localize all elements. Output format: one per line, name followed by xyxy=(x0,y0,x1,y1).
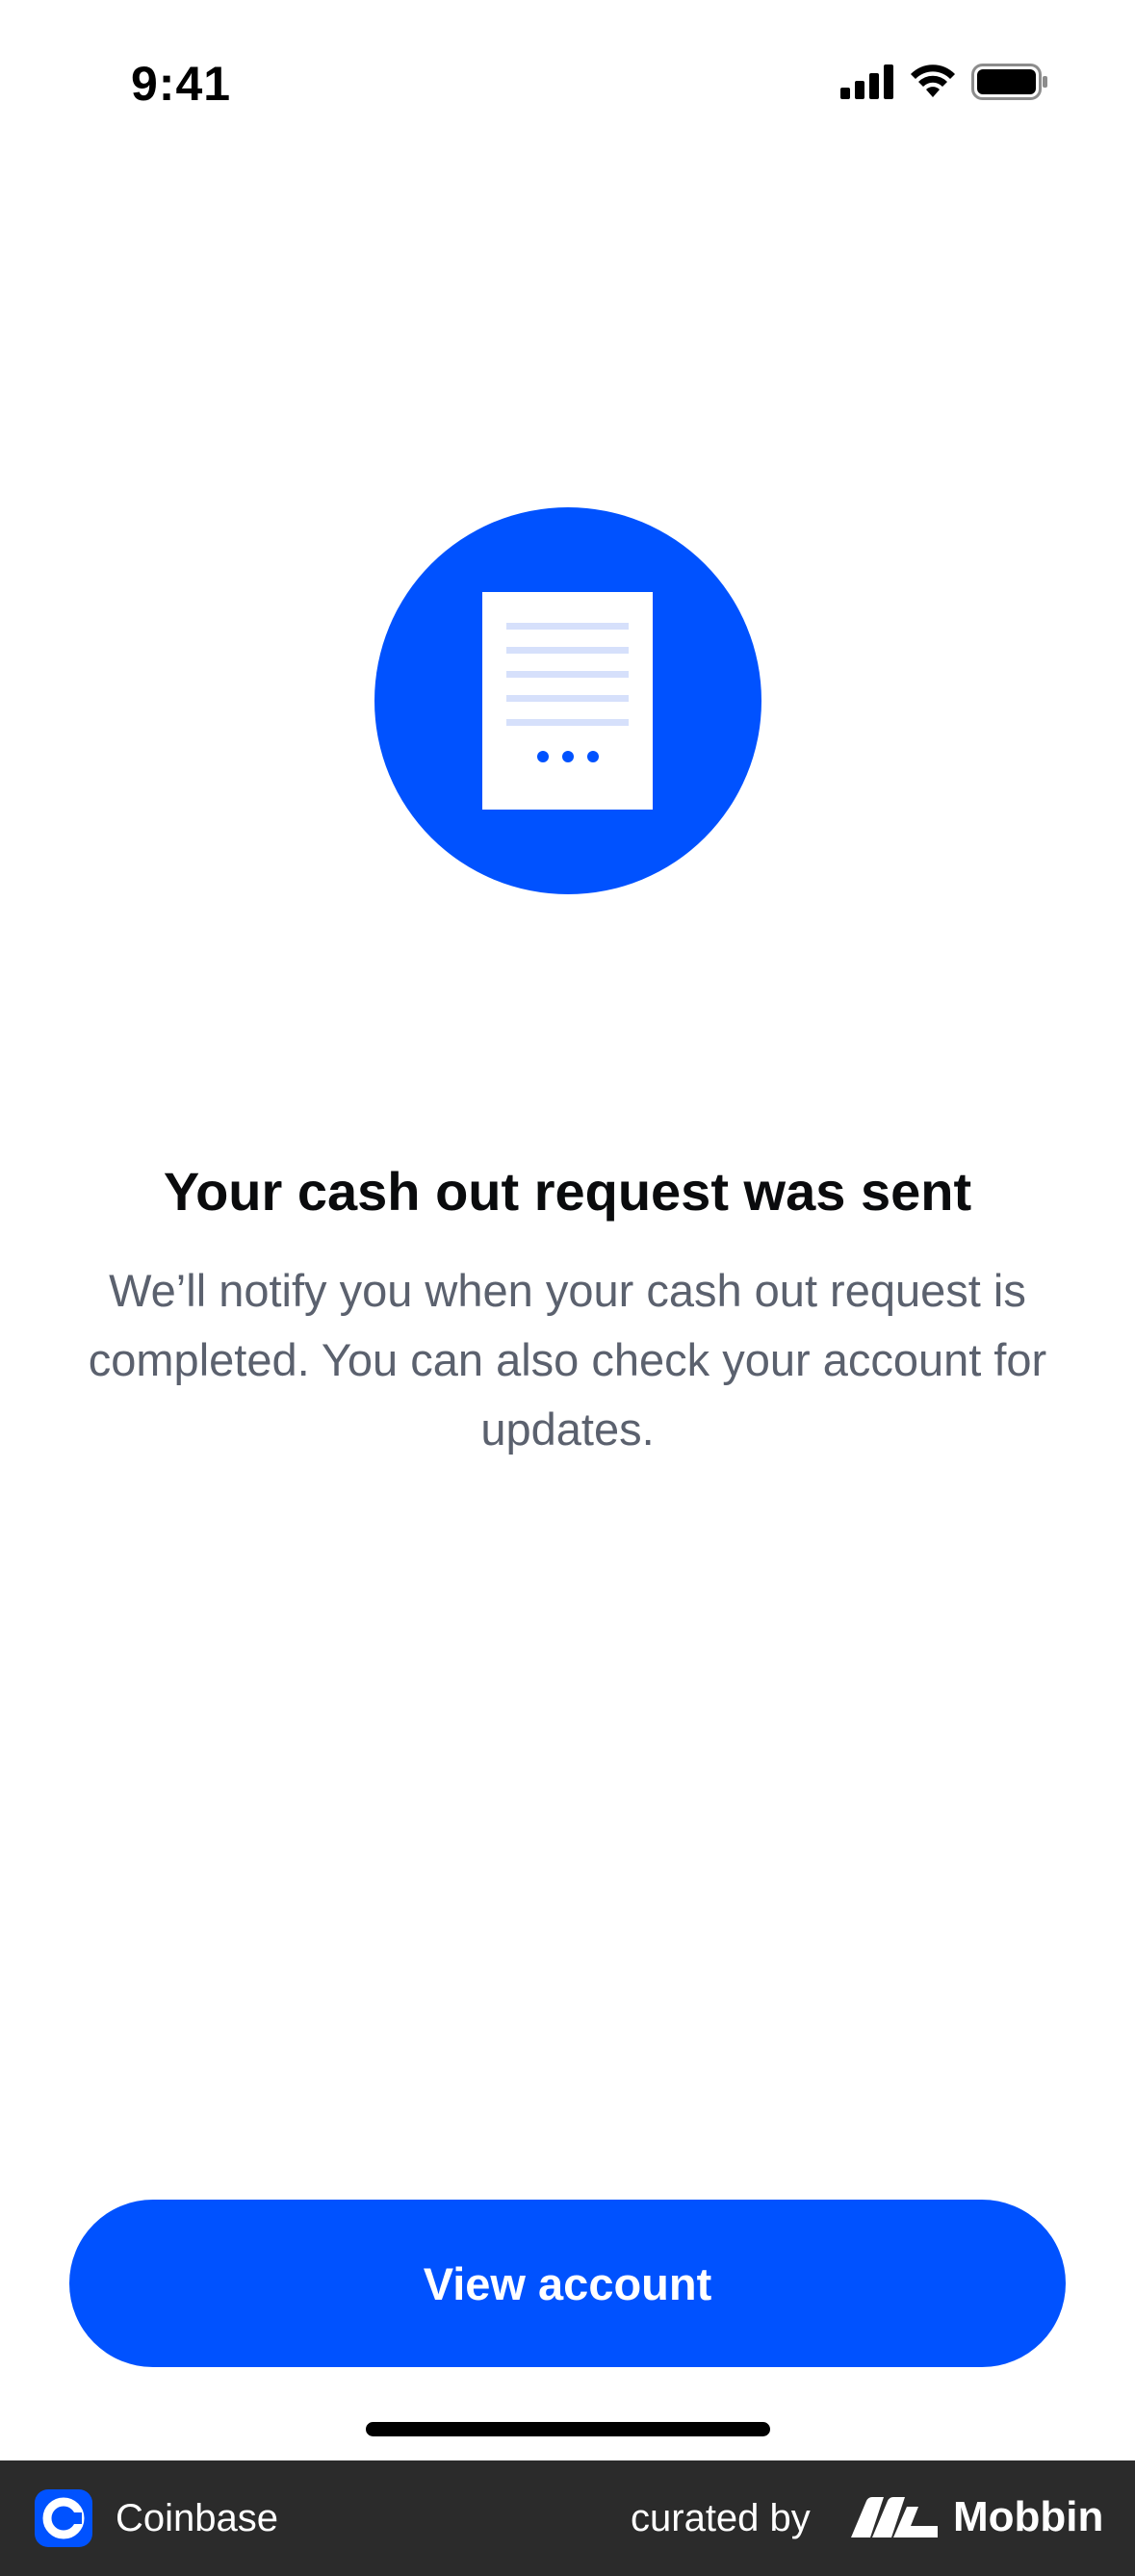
ellipsis-dot xyxy=(537,751,549,762)
confirmation-title: Your cash out request was sent xyxy=(163,1161,972,1222)
document-line xyxy=(506,647,629,654)
status-time: 9:41 xyxy=(131,57,232,111)
document-line xyxy=(506,695,629,702)
status-bar: 9:41 xyxy=(0,0,1135,164)
ellipsis-dot xyxy=(587,751,599,762)
document-line xyxy=(506,623,629,630)
document-line xyxy=(506,719,629,726)
battery-icon xyxy=(971,64,1048,105)
footer-app-name: Coinbase xyxy=(116,2497,279,2539)
ellipsis-dot xyxy=(562,751,574,762)
view-account-button[interactable]: View account xyxy=(69,2200,1066,2367)
footer-brand-name: Mobbin xyxy=(953,2493,1104,2540)
mobbin-logo-icon xyxy=(851,2497,938,2542)
document-sheet xyxy=(482,592,653,810)
attribution-footer: Coinbase curated by Mobbin xyxy=(0,2460,1135,2576)
status-icons xyxy=(840,64,1048,105)
home-indicator[interactable] xyxy=(366,2422,770,2436)
confirmation-message: We’ll notify you when your cash out requ… xyxy=(88,1265,1047,1455)
coinbase-logo-icon xyxy=(35,2489,92,2547)
document-pending-icon xyxy=(374,507,761,894)
wifi-icon xyxy=(910,64,956,104)
document-line xyxy=(506,671,629,678)
footer-curated-by: curated by xyxy=(631,2497,811,2539)
cellular-signal-icon xyxy=(840,64,894,104)
